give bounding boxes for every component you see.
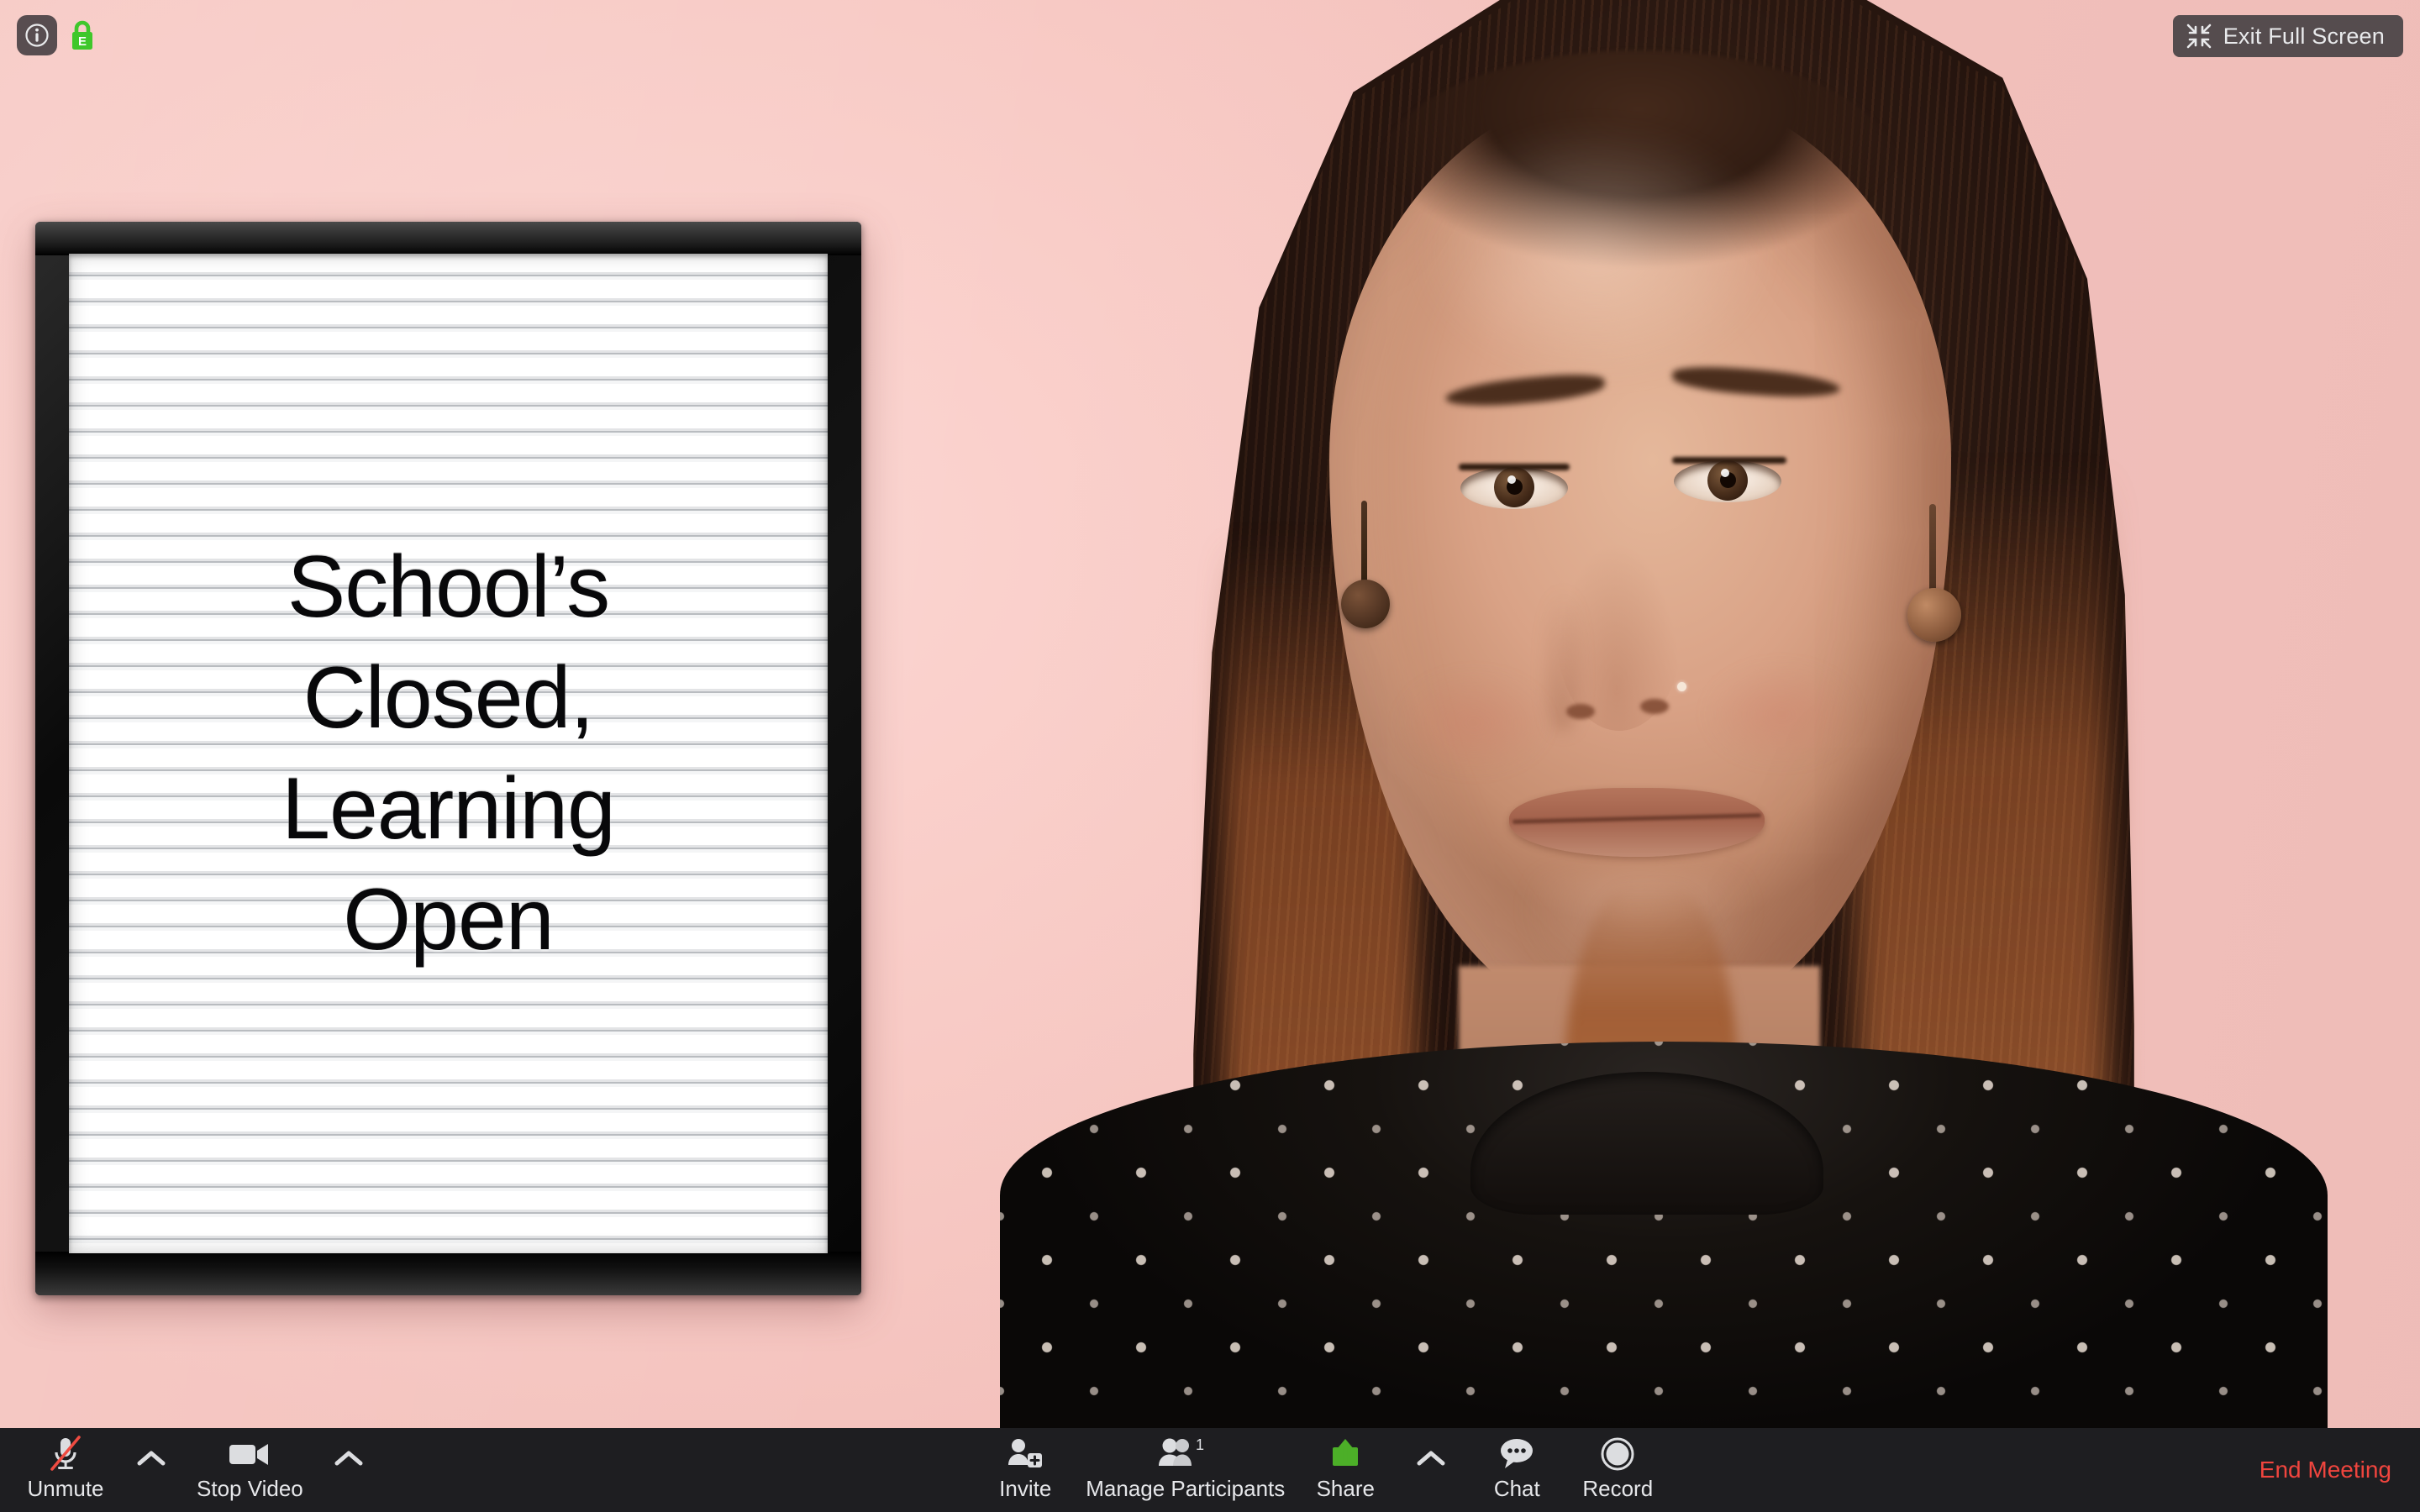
encryption-lock-badge[interactable]: E <box>66 17 99 54</box>
sign-line-4: Open <box>343 871 554 969</box>
toolbar-item-share[interactable]: Share <box>1295 1428 1396 1501</box>
letterboard-text: School’s Closed, Learning Open <box>91 532 806 975</box>
eye-glint-right <box>1721 469 1729 477</box>
toolbar-item-chat[interactable]: Chat <box>1466 1428 1567 1501</box>
chevron-up-icon <box>137 1451 166 1466</box>
lock-icon: E <box>72 20 92 50</box>
sign-line-2: Closed, <box>302 648 595 747</box>
eyelash-left <box>1459 464 1570 470</box>
toolbar-item-participants-label: Manage Participants <box>1086 1476 1286 1501</box>
toolbar-item-invite-label: Invite <box>999 1476 1052 1501</box>
nose-stud <box>1677 682 1686 691</box>
letterboard-sign: School’s Closed, Learning Open <box>35 222 861 1295</box>
people-icon: 1 <box>1156 1435 1215 1473</box>
info-icon <box>25 24 49 47</box>
svg-text:E: E <box>78 34 87 49</box>
chevron-up-icon <box>1417 1451 1445 1466</box>
video-options-caret[interactable] <box>313 1428 384 1467</box>
audio-options-caret[interactable] <box>116 1428 187 1467</box>
meeting-toolbar: Unmute Stop Video Invite 1 Manage Partic… <box>0 1428 2420 1512</box>
toolbar-item-audio-label: Unmute <box>27 1476 104 1501</box>
chevron-up-icon <box>334 1451 363 1466</box>
video-stage: School’s Closed, Learning Open E Exit Fu… <box>0 0 2420 1428</box>
toolbar-item-share-label: Share <box>1316 1476 1375 1501</box>
person-add-icon <box>1006 1435 1044 1473</box>
letterboard-face: School’s Closed, Learning Open <box>69 254 828 1253</box>
toolbar-item-video-label: Stop Video <box>197 1476 303 1501</box>
toolbar-right-group: End Meeting <box>2260 1428 2420 1512</box>
exit-full-screen-button[interactable]: Exit Full Screen <box>2172 15 2403 57</box>
nostril-right <box>1640 699 1669 714</box>
microphone-muted-icon <box>47 1435 84 1473</box>
camera-icon <box>228 1435 271 1473</box>
earring-right-stem <box>1929 504 1936 596</box>
toolbar-item-video[interactable]: Stop Video <box>187 1428 313 1501</box>
forehead-highlight <box>1420 126 1773 378</box>
toolbar-item-record[interactable]: Record <box>1567 1428 1668 1501</box>
earring-left <box>1341 580 1390 628</box>
zoom-meeting-window: School’s Closed, Learning Open E Exit Fu… <box>0 0 2420 1512</box>
eye-glint-left <box>1507 475 1516 484</box>
exit-fullscreen-icon <box>2186 24 2212 49</box>
toolbar-center-group: Invite 1 Manage Participants Share Chat … <box>384 1428 2260 1512</box>
share-screen-icon <box>1326 1435 1365 1473</box>
toolbar-left-group: Unmute Stop Video <box>0 1428 384 1512</box>
earring-left-stem <box>1361 501 1367 588</box>
participant-video-person <box>1000 0 2328 1428</box>
eyelash-right <box>1672 457 1786 464</box>
toolbar-item-record-label: Record <box>1582 1476 1654 1501</box>
share-options-caret[interactable] <box>1396 1428 1466 1467</box>
cheek-right <box>1706 664 1857 764</box>
sign-line-3: Learning <box>281 760 616 858</box>
end-meeting-button[interactable]: End Meeting <box>2260 1457 2391 1483</box>
svg-text:1: 1 <box>1196 1436 1204 1453</box>
toolbar-item-audio[interactable]: Unmute <box>15 1428 116 1501</box>
meeting-info-button[interactable] <box>17 15 57 55</box>
chat-bubble-icon <box>1497 1435 1537 1473</box>
cheek-left <box>1398 672 1549 773</box>
earring-right <box>1907 588 1961 642</box>
sign-line-1: School’s <box>287 538 610 636</box>
record-circle-icon <box>1599 1435 1636 1473</box>
toolbar-item-chat-label: Chat <box>1493 1476 1540 1501</box>
nostril-left <box>1566 704 1595 719</box>
toolbar-item-participants[interactable]: 1 Manage Participants <box>1076 1428 1295 1501</box>
toolbar-item-invite[interactable]: Invite <box>975 1428 1076 1501</box>
exit-full-screen-label: Exit Full Screen <box>2223 23 2385 49</box>
